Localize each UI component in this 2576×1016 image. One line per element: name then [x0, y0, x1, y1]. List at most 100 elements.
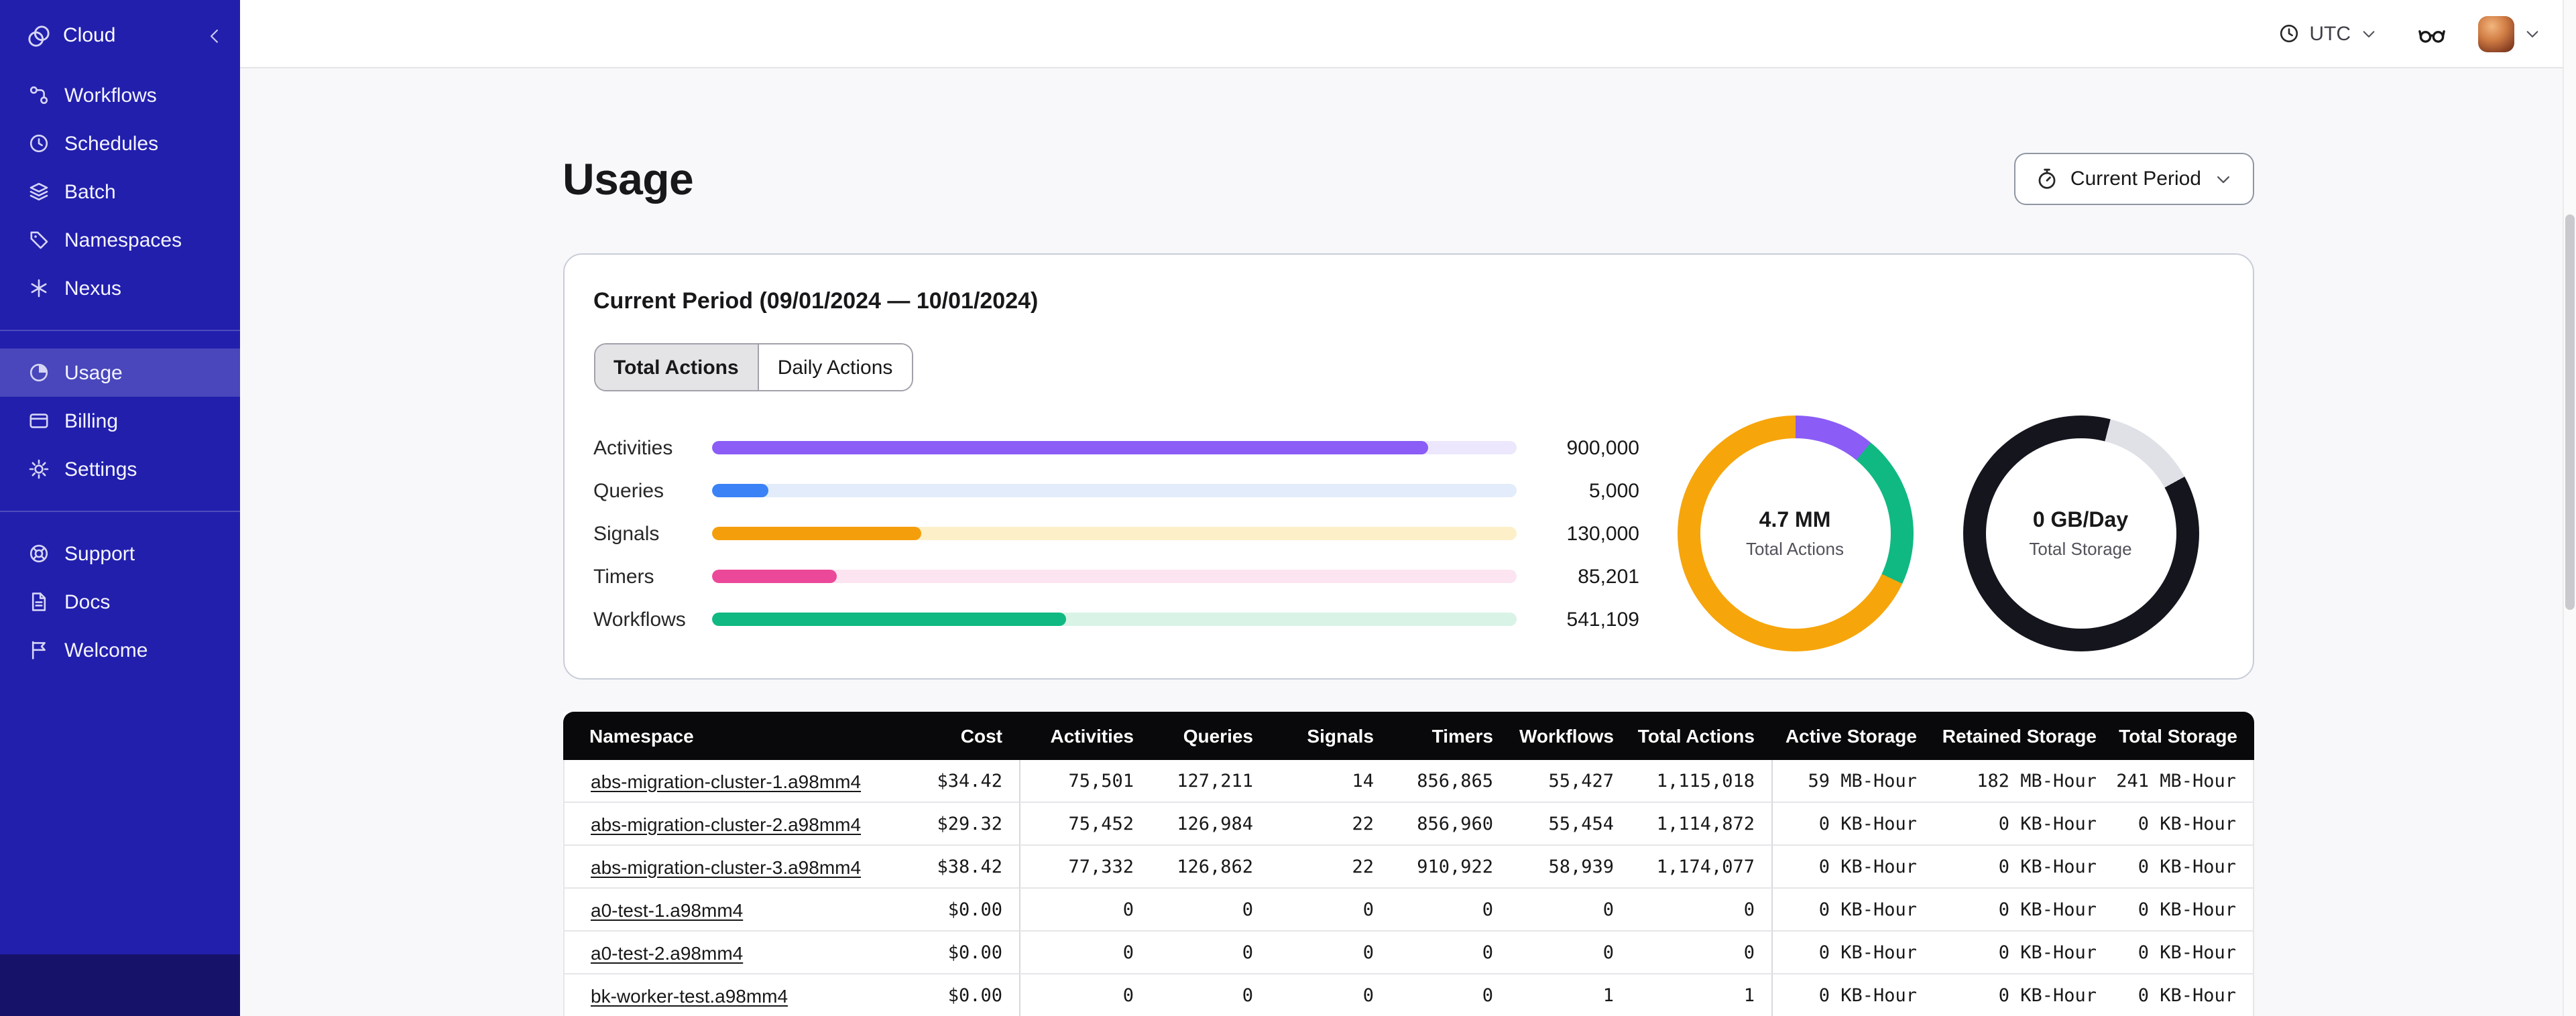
cell-active-storage: 0 KB-Hour — [1771, 932, 1933, 974]
cell-activities: 0 — [1018, 889, 1150, 932]
cell-workflows: 55,427 — [1509, 760, 1630, 803]
glasses-icon[interactable] — [2418, 19, 2446, 48]
scrollbar-thumb[interactable] — [2565, 214, 2575, 610]
bar-track — [711, 484, 1516, 497]
namespace-link[interactable]: abs-migration-cluster-1.a98mm4 — [591, 770, 861, 791]
tab-daily-actions[interactable]: Daily Actions — [757, 344, 912, 390]
bar-fill — [711, 527, 921, 540]
sidebar-item-namespaces[interactable]: Namespaces — [0, 216, 240, 264]
namespace-link[interactable]: a0-test-1.a98mm4 — [591, 899, 743, 920]
cell-cost: $29.32 — [890, 803, 1018, 846]
cell-queries: 126,984 — [1150, 803, 1269, 846]
bar-track — [711, 527, 1516, 540]
namespace-link[interactable]: abs-migration-cluster-2.a98mm4 — [591, 813, 861, 834]
timezone-selector[interactable]: UTC — [2278, 22, 2378, 45]
cell-active-storage: 0 KB-Hour — [1771, 889, 1933, 932]
content: Usage Current Period Current Period (09/… — [240, 68, 2576, 1016]
stopwatch-icon — [2036, 168, 2058, 190]
user-menu[interactable] — [2478, 15, 2541, 52]
table-row: bk-worker-test.a98mm4 $0.00 0 0 0 0 1 1 0 KB-Hou… — [563, 974, 2253, 1016]
cell-total-actions: 1,115,018 — [1630, 760, 1771, 803]
settings-icon — [27, 457, 51, 481]
donut-center-value: 4.7 MM — [1759, 509, 1831, 531]
clock-icon — [2278, 23, 2300, 44]
namespace-link[interactable]: abs-migration-cluster-3.a98mm4 — [591, 856, 861, 877]
sidebar-item-support[interactable]: Support — [0, 529, 240, 578]
sidebar-item-workflows[interactable]: Workflows — [0, 71, 240, 119]
usage-summary-card: Current Period (09/01/2024 — 10/01/2024)… — [563, 253, 2253, 680]
column-header-retained-storage: Retained Storage — [1933, 712, 2113, 760]
sidebar-item-docs[interactable]: Docs — [0, 578, 240, 626]
page-scrollbar[interactable] — [2563, 0, 2576, 1016]
cell-activities: 75,452 — [1018, 803, 1150, 846]
cell-cost: $0.00 — [890, 889, 1018, 932]
cell-activities: 0 — [1018, 974, 1150, 1016]
bar-track — [711, 570, 1516, 583]
cell-queries: 0 — [1150, 889, 1269, 932]
sidebar-item-billing[interactable]: Billing — [0, 397, 240, 445]
bar-fill — [711, 570, 836, 583]
cell-active-storage: 59 MB-Hour — [1771, 760, 1933, 803]
cell-total-actions: 1,114,872 — [1630, 803, 1771, 846]
cell-total-actions: 1,174,077 — [1630, 846, 1771, 889]
cell-total-storage: 241 MB-Hour — [2113, 760, 2253, 803]
billing-icon — [27, 409, 51, 433]
usage-bar-row: Queries 5,000 — [593, 469, 1639, 512]
usage-bar-row: Activities 900,000 — [593, 426, 1639, 469]
sidebar-item-schedules[interactable]: Schedules — [0, 119, 240, 168]
sidebar-item-welcome[interactable]: Welcome — [0, 626, 240, 674]
page-header: Usage Current Period — [563, 151, 2253, 206]
bar-fill — [711, 441, 1427, 454]
usage-icon — [27, 361, 51, 385]
bar-label: Activities — [593, 436, 673, 459]
topbar: UTC — [240, 0, 2576, 68]
bar-value: 5,000 — [1588, 479, 1639, 502]
sidebar-item-label: Nexus — [64, 277, 122, 300]
chevron-down-icon — [2524, 25, 2541, 42]
sidebar-nav-account: Usage Billing Settings — [0, 348, 240, 493]
donut-center-value: 0 GB/Day — [2032, 509, 2129, 531]
welcome-icon — [27, 638, 51, 662]
sidebar-item-label: Workflows — [64, 84, 157, 107]
cell-timers: 0 — [1390, 889, 1509, 932]
table-row: a0-test-2.a98mm4 $0.00 0 0 0 0 0 0 0 KB-Hour 0 KB… — [563, 932, 2253, 974]
sidebar-nav-main: Workflows Schedules Batch Namespaces Nexus — [0, 71, 240, 312]
sidebar: Cloud Workflows Schedules Batch Namespaces N… — [0, 0, 240, 1016]
cell-activities: 0 — [1018, 932, 1150, 974]
tab-total-actions[interactable]: Total Actions — [595, 344, 758, 390]
bar-track — [711, 441, 1516, 454]
cell-retained-storage: 0 KB-Hour — [1933, 803, 2113, 846]
column-header-active-storage: Active Storage — [1771, 712, 1933, 760]
chevron-down-icon — [2360, 25, 2378, 42]
donut-center-label: Total Storage — [2029, 538, 2132, 558]
cell-namespace: a0-test-2.a98mm4 — [563, 932, 890, 974]
cell-activities: 75,501 — [1018, 760, 1150, 803]
bar-track — [711, 613, 1516, 626]
cell-total-storage: 0 KB-Hour — [2113, 932, 2253, 974]
cell-active-storage: 0 KB-Hour — [1771, 846, 1933, 889]
period-selector-button[interactable]: Current Period — [2013, 153, 2253, 205]
sidebar-item-batch[interactable]: Batch — [0, 168, 240, 216]
cell-workflows: 55,454 — [1509, 803, 1630, 846]
cell-signals: 22 — [1269, 803, 1390, 846]
donut-center-label: Total Actions — [1746, 538, 1844, 558]
collapse-sidebar-icon[interactable] — [205, 26, 224, 45]
usage-charts: Activities 900,000 Queries 5,000 Signals 130,… — [593, 416, 2223, 651]
column-header-namespace: Namespace — [563, 712, 890, 760]
sidebar-item-settings[interactable]: Settings — [0, 445, 240, 493]
cell-cost: $0.00 — [890, 974, 1018, 1016]
cell-namespace: a0-test-1.a98mm4 — [563, 889, 890, 932]
sidebar-item-usage[interactable]: Usage — [0, 348, 240, 397]
namespace-link[interactable]: a0-test-2.a98mm4 — [591, 942, 743, 963]
bar-label: Timers — [593, 565, 654, 588]
sidebar-item-nexus[interactable]: Nexus — [0, 264, 240, 312]
donut-chart-total-actions: 4.7 MM Total Actions — [1677, 416, 1913, 651]
namespace-link[interactable]: bk-worker-test.a98mm4 — [591, 985, 788, 1006]
cell-timers: 856,865 — [1390, 760, 1509, 803]
usage-bar-row: Signals 130,000 — [593, 512, 1639, 555]
namespace-usage-table: Namespace Cost Activities Queries Signals Tim… — [563, 712, 2253, 1016]
cell-workflows: 1 — [1509, 974, 1630, 1016]
sidebar-item-label: Docs — [64, 590, 111, 613]
cell-workflows: 58,939 — [1509, 846, 1630, 889]
temporal-logo-icon — [27, 23, 51, 48]
